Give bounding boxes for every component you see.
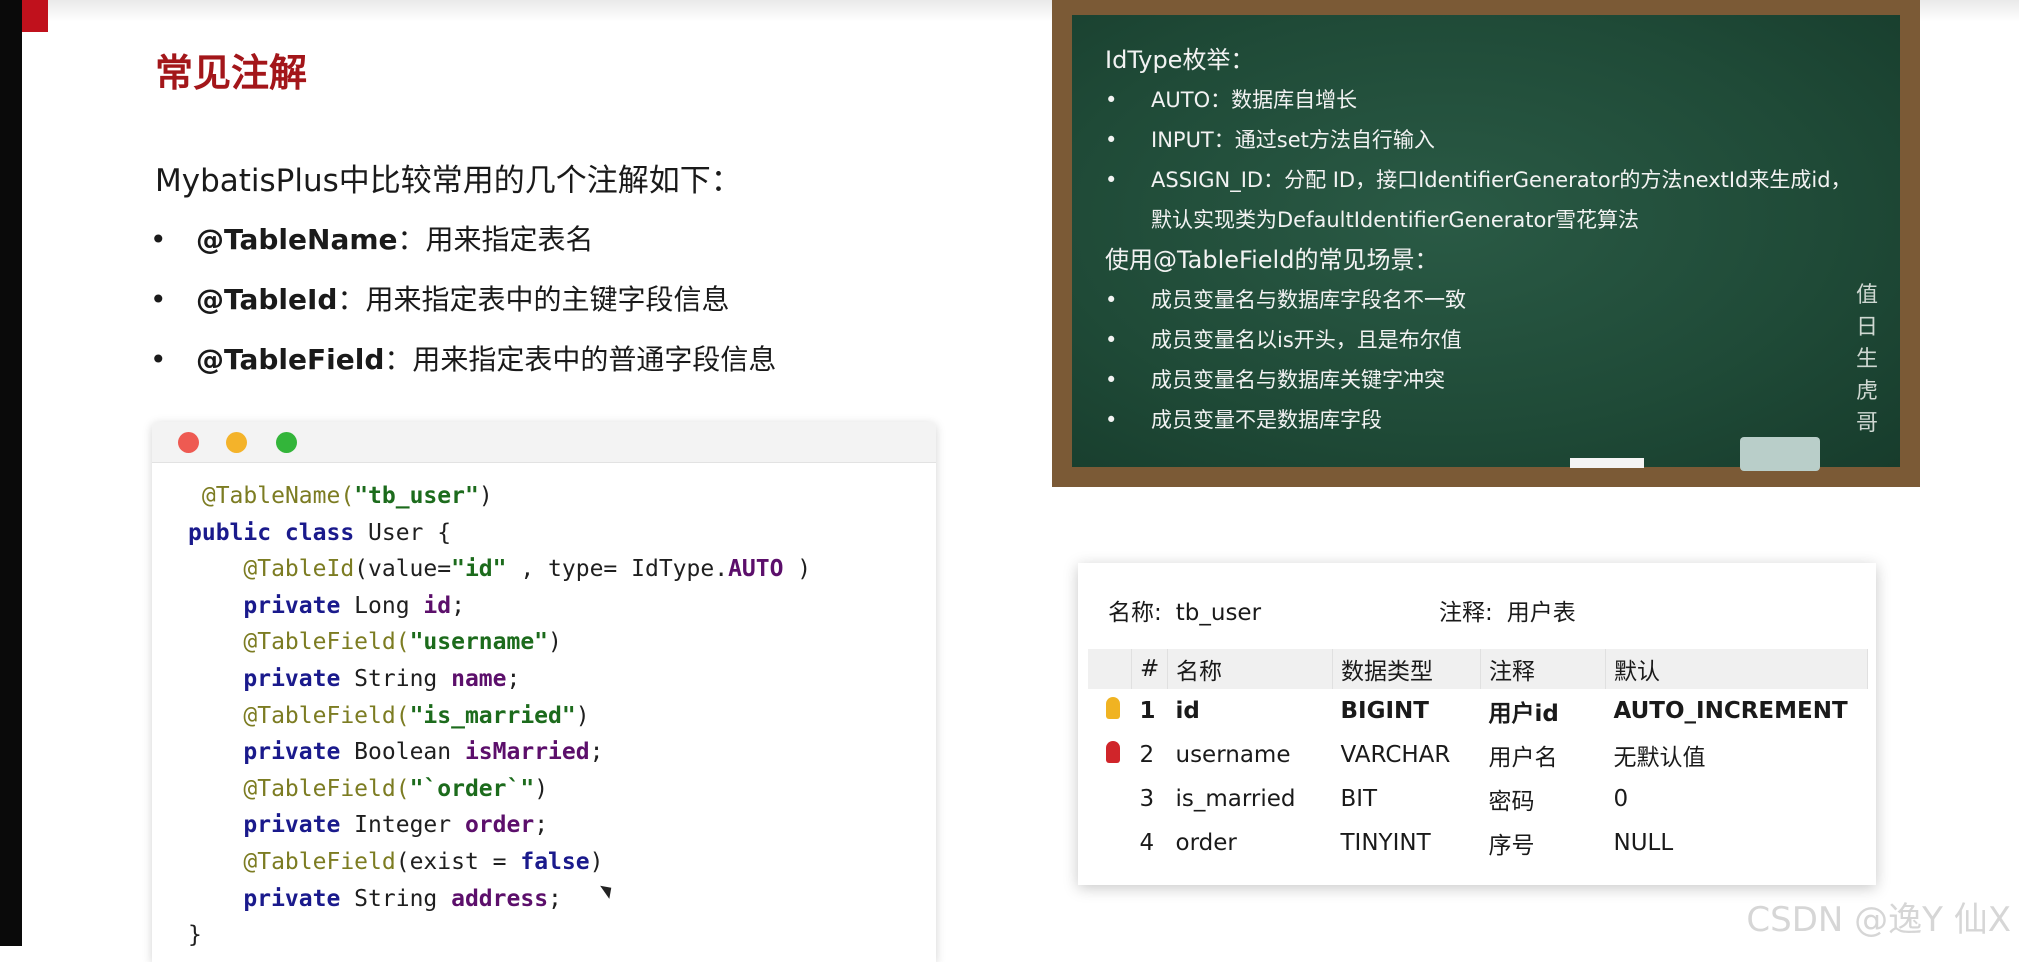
db-table-panel: 名称: tb_user 注释: 用户表 # 名称 数据类型 注释 默认 1 id BI… (1078, 563, 1876, 885)
col-header[interactable]: 默认 (1605, 649, 1868, 689)
csdn-watermark: CSDN @逸Y 仙X (1746, 900, 2011, 940)
code-line: @TableField(exist = false) (243, 848, 604, 875)
table-comment-label: 注释: (1439, 600, 1493, 626)
code-line: @TableId(value="id" , type= IdType.AUTO … (243, 556, 812, 583)
code-line: @TableField("`order`") (243, 775, 549, 802)
col-header[interactable]: 数据类型 (1332, 649, 1481, 689)
window-titlebar (152, 422, 936, 463)
list-item: • 成员变量名与数据库关键字冲突 (1105, 368, 1445, 392)
slide-accent-mark (22, 0, 48, 32)
col-header[interactable]: 名称 (1167, 649, 1333, 689)
code-line: @TableField("username") (243, 629, 562, 656)
grid-header-row: # 名称 数据类型 注释 默认 (1088, 649, 1868, 689)
tablefield-heading: 使用@TableField的常见场景： (1105, 246, 1439, 274)
table-row[interactable]: 4 order TINYINT 序号 NULL (1088, 821, 1868, 865)
slide-title: 常见注解 (155, 51, 308, 95)
close-window-button[interactable] (178, 432, 199, 453)
list-item: • @TableId：用来指定表中的主键字段信息 (150, 283, 730, 316)
table-row[interactable]: 2 username VARCHAR 用户名 无默认值 (1088, 733, 1868, 777)
code-line: @TableName("tb_user") (201, 483, 493, 509)
code-line: public class User { (188, 519, 452, 546)
code-line: } (188, 922, 202, 949)
code-block: @TableName("tb_user") public class User … (188, 478, 811, 954)
col-header[interactable]: 注释 (1480, 649, 1606, 689)
list-item: • @TableName：用来指定表名 (150, 223, 594, 256)
code-line: private Integer order; (243, 812, 549, 839)
chalkboard-signature: 值日生虎哥 (1855, 283, 1878, 436)
list-item: • ASSIGN_ID：分配 ID，接口IdentifierGenerator的方… (1105, 168, 1852, 192)
list-item: 默认实现类为DefaultIdentifierGenerator雪花算法 (1151, 208, 1639, 232)
table-row[interactable]: 3 is_married BIT 密码 0 (1088, 777, 1868, 821)
list-item: • @TableField：用来指定表中的普通字段信息 (150, 343, 777, 376)
chalk-stick (1570, 458, 1644, 468)
annotation-list: • @TableName：用来指定表名 • @TableId：用来指定表中的主键字段… (150, 220, 776, 400)
list-item: • 成员变量名以is开头，且是布尔值 (1105, 328, 1462, 352)
code-line: @TableField("is_married") (243, 702, 590, 729)
primary-key-icon (1106, 697, 1121, 719)
idtype-heading: IdType枚举： (1105, 46, 1255, 74)
list-item: • 成员变量不是数据库字段 (1105, 408, 1382, 432)
board-eraser (1740, 437, 1820, 471)
code-line: private String address; (243, 885, 562, 912)
table-name-label: 名称: (1108, 600, 1162, 626)
table-info: 名称: tb_user 注释: 用户表 (1108, 593, 1590, 627)
table-row[interactable]: 1 id BIGINT 用户id AUTO_INCREMENT (1088, 689, 1868, 733)
unique-key-icon (1106, 741, 1121, 763)
chalkboard-text: IdType枚举： • AUTO：数据库自增长 • INPUT：通过set方法自行输… (1105, 40, 1852, 440)
list-item: • INPUT：通过set方法自行输入 (1105, 128, 1435, 152)
code-line: private String name; (243, 665, 521, 692)
slide-intro: MybatisPlus中比较常用的几个注解如下： (155, 163, 742, 199)
col-header[interactable]: # (1131, 649, 1168, 689)
code-window: @TableName("tb_user") public class User … (152, 422, 936, 962)
table-name-value: tb_user (1175, 600, 1262, 626)
columns-grid: # 名称 数据类型 注释 默认 1 id BIGINT 用户id AUTO_IN… (1088, 649, 1868, 865)
table-comment-value: 用户表 (1506, 600, 1576, 626)
list-item: • AUTO：数据库自增长 (1105, 88, 1358, 112)
left-edge-strip (0, 0, 22, 946)
maximize-window-button[interactable] (276, 432, 297, 453)
code-line: private Long id; (243, 592, 465, 619)
list-item: • 成员变量名与数据库字段名不一致 (1105, 288, 1466, 312)
minimize-window-button[interactable] (226, 432, 247, 453)
code-line: private Boolean isMarried; (243, 739, 604, 766)
